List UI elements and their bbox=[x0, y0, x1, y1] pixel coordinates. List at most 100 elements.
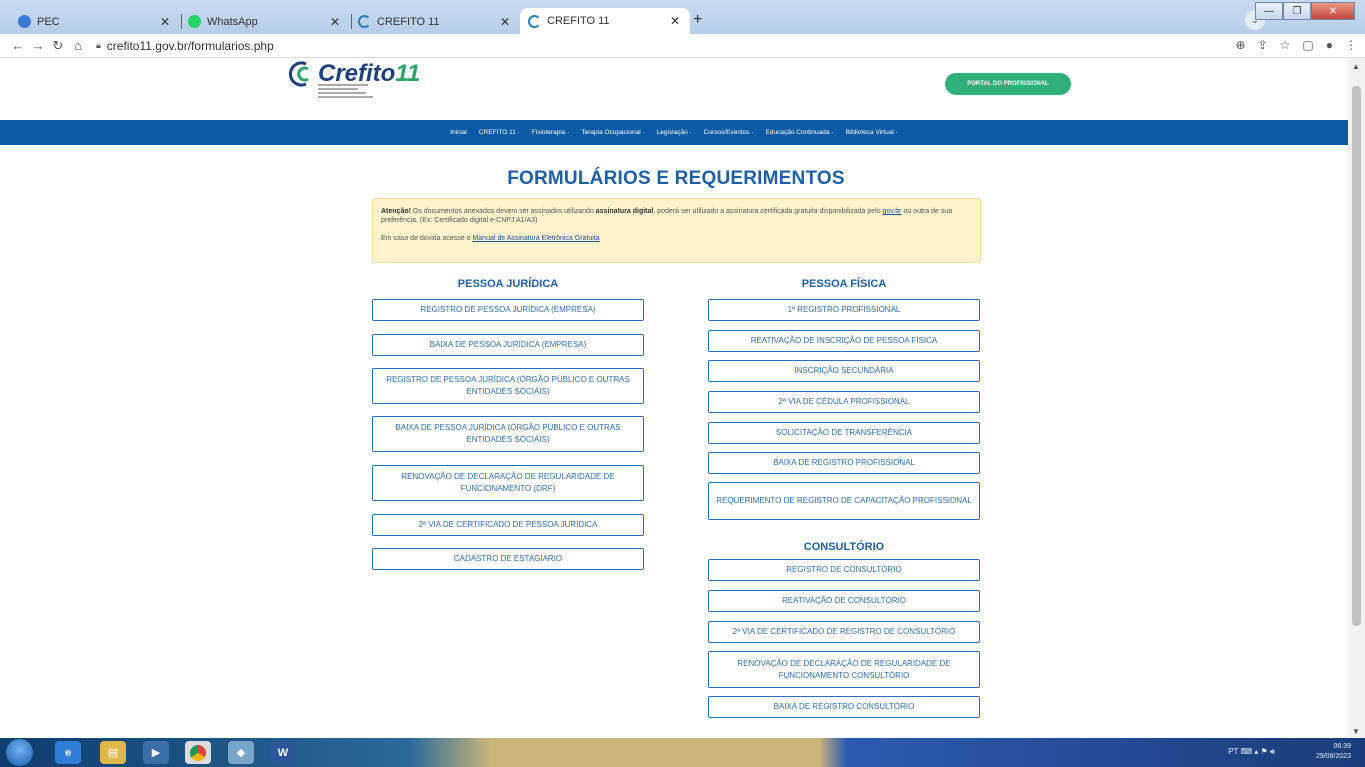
nav-item-crefito[interactable]: CREFITO 11 · bbox=[479, 129, 520, 136]
notice-text: Os documentos anexados devem ser assinad… bbox=[410, 208, 596, 215]
notice-attention: Atenção! bbox=[381, 208, 411, 215]
side-panel-icon[interactable]: ▢ bbox=[1302, 38, 1313, 52]
scroll-up-icon[interactable]: ▲ bbox=[1352, 62, 1360, 71]
url-text: crefito11.gov.br/formularios.php bbox=[106, 38, 274, 53]
tab-crefito-1[interactable]: CREFITO 11 ✕ bbox=[350, 9, 520, 34]
form-button-pj[interactable]: BAIXA DE PESSOA JURÍDICA (EMPRESA) bbox=[372, 334, 644, 356]
main-nav: Inicial CREFITO 11 · Fisioterapia · Tera… bbox=[0, 120, 1348, 145]
tab-label: WhatsApp bbox=[207, 15, 258, 28]
close-icon[interactable]: ✕ bbox=[500, 15, 510, 29]
start-button-icon[interactable] bbox=[6, 739, 33, 766]
file-explorer-icon[interactable]: ▤ bbox=[100, 741, 126, 764]
language-indicator[interactable]: PT bbox=[1228, 747, 1238, 756]
lock-icon: 🔒︎ bbox=[96, 40, 101, 50]
form-button-pf[interactable]: BAIXA DE REGISTRO PROFISSIONAL bbox=[708, 452, 980, 474]
form-button-pj[interactable]: RENOVAÇÃO DE DECLARAÇÃO DE REGULARIDADE … bbox=[372, 465, 644, 501]
tab-pec[interactable]: PEC ✕ bbox=[10, 9, 182, 34]
internet-explorer-icon[interactable]: e bbox=[55, 741, 81, 764]
address-bar: ← → ↻ ⌂ 🔒︎ crefito11.gov.br/formularios.… bbox=[0, 34, 1365, 58]
form-button-pj[interactable]: CADASTRO DE ESTAGIARIO bbox=[372, 548, 644, 570]
system-tray: PT ⌨ ▴ ⚑ 🔊︎ bbox=[1228, 747, 1275, 757]
whatsapp-icon bbox=[188, 15, 201, 28]
media-player-icon[interactable]: ▶ bbox=[143, 741, 169, 764]
form-button-pf[interactable]: REQUERIMENTO DE REGISTRO DE CAPACITAÇÃO … bbox=[708, 482, 980, 520]
close-icon[interactable]: ✕ bbox=[160, 15, 170, 29]
form-button-pj[interactable]: BAIXA DE PESSOA JURÍDICA (ÓRGÃO PÚBLICO … bbox=[372, 416, 644, 452]
keyboard-icon[interactable]: ⌨ bbox=[1241, 747, 1253, 756]
word-icon[interactable]: W bbox=[270, 741, 296, 764]
zoom-icon[interactable]: ⊕ bbox=[1236, 38, 1246, 52]
tab-label: CREFITO 11 bbox=[377, 15, 440, 28]
notice-text: , poderá ser utilizado a assinatura cert… bbox=[653, 208, 883, 215]
photos-icon[interactable]: ◆ bbox=[228, 741, 254, 764]
notice-paragraph: Atenção! Os documentos anexados devem se… bbox=[381, 207, 972, 225]
close-icon[interactable]: ✕ bbox=[670, 14, 680, 28]
nav-item-fisioterapia[interactable]: Fisioterapia · bbox=[532, 129, 570, 136]
nav-item-educacao-continuada[interactable]: Educação Continuada · bbox=[766, 129, 834, 136]
manual-assinatura-link[interactable]: Manual de Assinatura Eletrônica Gratuita bbox=[472, 235, 599, 242]
network-icon[interactable]: ⚑ bbox=[1261, 747, 1268, 756]
minimize-icon[interactable]: — bbox=[1255, 2, 1283, 20]
form-button-pf[interactable]: 1º REGISTRO PROFISSIONAL bbox=[708, 299, 980, 321]
window-close-icon[interactable]: ✕ bbox=[1311, 2, 1355, 20]
notice-text: Em caso de dúvida acesse o bbox=[381, 235, 473, 242]
forward-icon[interactable]: → bbox=[28, 38, 48, 53]
volume-icon[interactable]: 🔊︎ bbox=[1270, 747, 1275, 756]
nav-item-biblioteca-virtual[interactable]: Biblioteca Virtual · bbox=[845, 129, 897, 136]
profile-icon[interactable]: ● bbox=[1326, 38, 1333, 52]
close-icon[interactable]: ✕ bbox=[330, 15, 340, 29]
nav-item-terapia-ocupacional[interactable]: Terapia Ocupacional · bbox=[581, 129, 644, 136]
pec-icon bbox=[18, 15, 31, 28]
form-button-pf[interactable]: 2ª VIA DE CÉDULA PROFISSIONAL bbox=[708, 391, 980, 413]
tab-whatsapp[interactable]: WhatsApp ✕ bbox=[180, 9, 352, 34]
restore-icon[interactable]: ❐ bbox=[1283, 2, 1311, 20]
form-button-pf[interactable]: SOLICITAÇÃO DE TRANSFERÊNCIA bbox=[708, 422, 980, 444]
portal-profissional-button[interactable]: PORTAL DO PROFISSIONAL bbox=[945, 73, 1071, 95]
form-button-pj[interactable]: 2ª VIA DE CERTIFICADO DE PESSOA JURÍDICA bbox=[372, 514, 644, 536]
pessoa-juridica-heading: PESSOA JURÍDICA bbox=[457, 278, 559, 290]
logo-subtitle-graphic bbox=[318, 84, 388, 98]
new-tab-icon[interactable]: + bbox=[693, 11, 702, 29]
govbr-link[interactable]: gov.br bbox=[883, 208, 902, 215]
reload-icon[interactable]: ↻ bbox=[48, 38, 68, 54]
form-button-pf[interactable]: INSCRIÇÃO SECUNDÁRIA bbox=[708, 360, 980, 382]
notice-paragraph: Em caso de dúvida acesse o Manual de Ass… bbox=[381, 234, 972, 243]
page-content: Crefito11 PORTAL DO PROFISSIONAL Inicial… bbox=[0, 58, 1348, 738]
back-icon[interactable]: ← bbox=[8, 38, 28, 53]
chrome-icon[interactable] bbox=[185, 741, 211, 764]
form-button-consultorio[interactable]: RENOVAÇÃO DE DECLARAÇÃO DE REGULARIDADE … bbox=[708, 651, 980, 688]
form-button-pj[interactable]: REGISTRO DE PESSOA JURÍDICA (ÓRGÃO PÚBLI… bbox=[372, 368, 644, 404]
nav-item-inicial[interactable]: Inicial bbox=[450, 129, 467, 136]
page-scrollbar[interactable]: ▲ ▼ bbox=[1348, 58, 1365, 738]
clock-time: 06:39 bbox=[1333, 743, 1351, 750]
scroll-down-icon[interactable]: ▼ bbox=[1352, 727, 1360, 736]
attention-notice: Atenção! Os documentos anexados devem se… bbox=[372, 198, 981, 263]
crefito-icon bbox=[528, 14, 541, 28]
crefito-logo-icon bbox=[288, 61, 309, 87]
clock[interactable]: 06:39 29/08/2023 bbox=[1316, 742, 1351, 762]
scrollbar-thumb[interactable] bbox=[1352, 86, 1361, 626]
menu-icon[interactable]: ⋮ bbox=[1345, 38, 1357, 52]
form-button-consultorio[interactable]: REATIVAÇÃO DE CONSULTÓRIO bbox=[708, 590, 980, 612]
windows-taskbar: e ▤ ▶ ◆ W PT ⌨ ▴ ⚑ 🔊︎ 06:39 29/08/2023 bbox=[0, 738, 1365, 767]
pessoa-fisica-heading: PESSOA FÍSICA bbox=[801, 278, 887, 290]
form-button-consultorio[interactable]: REGISTRO DE CONSULTÓRIO bbox=[708, 559, 980, 581]
url-field[interactable]: 🔒︎ crefito11.gov.br/formularios.php bbox=[96, 39, 274, 53]
form-button-consultorio[interactable]: 2ª VIA DE CERTIFICADO DE REGISTRO DE CON… bbox=[708, 621, 980, 643]
form-button-pj[interactable]: REGISTRO DE PESSOA JURÍDICA (EMPRESA) bbox=[372, 299, 644, 321]
tab-crefito-active[interactable]: CREFITO 11 ✕ bbox=[520, 8, 690, 34]
tray-arrow-icon[interactable]: ▴ bbox=[1254, 747, 1258, 756]
window-controls: — ❐ ✕ bbox=[1255, 2, 1355, 20]
consultorio-heading: CONSULTÓRIO bbox=[803, 541, 885, 553]
share-icon[interactable]: ⇪ bbox=[1258, 38, 1268, 52]
home-icon[interactable]: ⌂ bbox=[68, 38, 88, 53]
clock-date: 29/08/2023 bbox=[1315, 753, 1351, 760]
nav-item-legislacao[interactable]: Legislação · bbox=[657, 129, 692, 136]
form-button-pf[interactable]: REATIVAÇÃO DE INSCRIÇÃO DE PESSOA FÍSICA bbox=[708, 330, 980, 352]
notice-bold: assinatura digital bbox=[595, 208, 654, 215]
tab-label: CREFITO 11 bbox=[547, 15, 610, 27]
form-button-consultorio[interactable]: BAIXA DE REGISTRO CONSULTÓRIO bbox=[708, 696, 980, 718]
nav-item-cursos-eventos[interactable]: Cursos/Eventos · bbox=[704, 129, 754, 136]
bookmark-star-icon[interactable]: ☆ bbox=[1280, 38, 1291, 52]
browser-tab-bar: PEC ✕ WhatsApp ✕ CREFITO 11 ✕ CREFITO 11… bbox=[0, 0, 1365, 34]
